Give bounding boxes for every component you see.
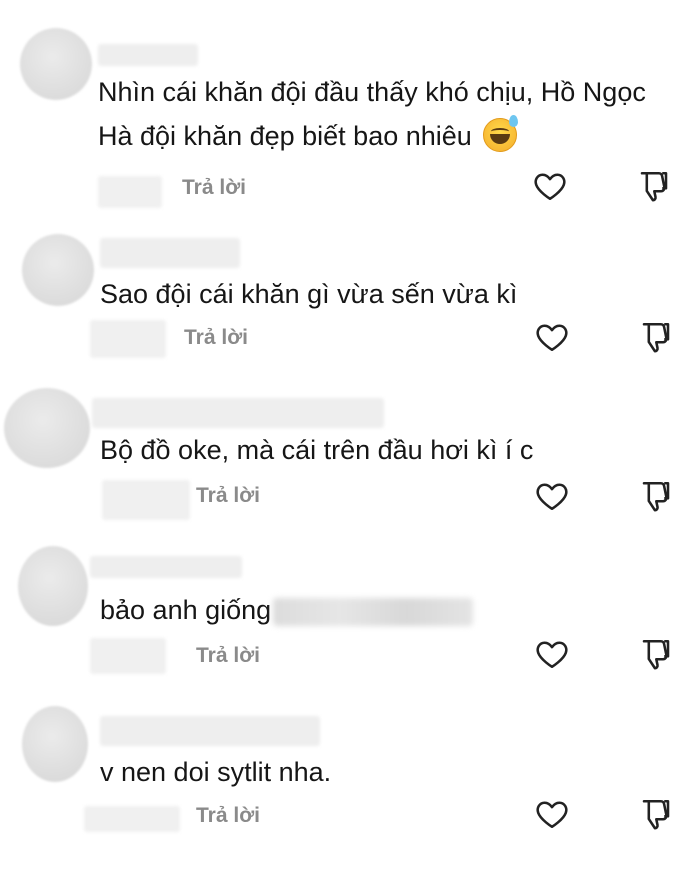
- like-button[interactable]: [534, 636, 570, 672]
- username-blurred[interactable]: [90, 556, 242, 578]
- heart-outline-icon: [534, 173, 566, 201]
- comment-item: Nhìn cái khăn đội đầu thấy khó chịu, Hồ …: [0, 0, 700, 230]
- comment-text: bảo anh giống: [100, 588, 474, 632]
- thumbs-down-icon: [642, 639, 670, 670]
- comment-text-line: Nhìn cái khăn đội đầu thấy khó chịu, Hồ …: [98, 77, 646, 107]
- avatar[interactable]: [20, 28, 92, 100]
- dislike-button[interactable]: [638, 319, 674, 355]
- comment-item: bảo anh giống Trả lời: [0, 540, 700, 700]
- comment-text: Bộ đồ oke, mà cái trên đầu hơi kì í c: [100, 435, 534, 465]
- reply-button[interactable]: Trả lời: [182, 176, 246, 200]
- grinning-sweat-emoji-icon: [483, 114, 519, 152]
- like-button[interactable]: [532, 168, 568, 204]
- comment-text-line: Hà đội khăn đẹp biết bao nhiêu: [98, 114, 646, 158]
- comment-item: Bộ đồ oke, mà cái trên đầu hơi kì í c Tr…: [0, 380, 700, 540]
- like-button[interactable]: [534, 478, 570, 514]
- timestamp-blurred: [90, 638, 166, 674]
- comment-text: v nen doi sytlit nha.: [100, 757, 332, 787]
- comment-item: v nen doi sytlit nha. Trả lời: [0, 700, 700, 869]
- username-blurred[interactable]: [92, 398, 384, 428]
- heart-outline-icon: [536, 324, 568, 352]
- dislike-button[interactable]: [638, 796, 674, 832]
- reply-button[interactable]: Trả lời: [196, 644, 260, 668]
- avatar[interactable]: [22, 234, 94, 306]
- avatar[interactable]: [18, 546, 88, 626]
- heart-outline-icon: [536, 641, 568, 669]
- avatar[interactable]: [22, 706, 88, 782]
- redacted-text-blur: [273, 597, 474, 626]
- like-button[interactable]: [534, 319, 570, 355]
- dislike-button[interactable]: [636, 168, 672, 204]
- timestamp-blurred: [102, 480, 190, 520]
- comment-text: Nhìn cái khăn đội đầu thấy khó chịu, Hồ …: [98, 70, 646, 158]
- reply-button[interactable]: Trả lời: [196, 484, 260, 508]
- reply-button[interactable]: Trả lời: [196, 804, 260, 828]
- timestamp-blurred: [84, 806, 180, 832]
- dislike-button[interactable]: [638, 636, 674, 672]
- avatar[interactable]: [4, 388, 90, 468]
- thumbs-down-icon: [642, 481, 670, 512]
- comment-text-visible: bảo anh giống: [100, 595, 272, 625]
- like-button[interactable]: [534, 796, 570, 832]
- username-blurred[interactable]: [100, 238, 240, 268]
- timestamp-blurred: [90, 320, 166, 358]
- reply-button[interactable]: Trả lời: [184, 326, 248, 350]
- thumbs-down-icon: [640, 171, 668, 202]
- username-blurred[interactable]: [98, 44, 198, 66]
- thumbs-down-icon: [642, 799, 670, 830]
- comment-text: Sao đội cái khăn gì vừa sến vừa kì: [100, 279, 518, 309]
- username-blurred[interactable]: [100, 716, 320, 746]
- dislike-button[interactable]: [638, 478, 674, 514]
- heart-outline-icon: [536, 483, 568, 511]
- timestamp-blurred: [98, 176, 162, 208]
- heart-outline-icon: [536, 801, 568, 829]
- thumbs-down-icon: [642, 322, 670, 353]
- comment-item: Sao đội cái khăn gì vừa sến vừa kì Trả l…: [0, 230, 700, 380]
